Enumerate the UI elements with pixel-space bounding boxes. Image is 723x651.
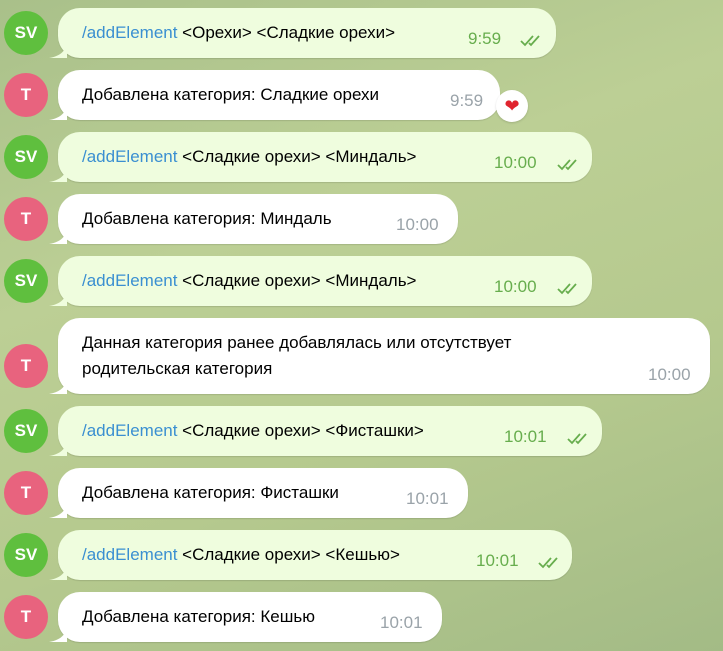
command-link[interactable]: /addElement: [82, 545, 177, 564]
message-text: /addElement <Сладкие орехи> <Миндаль>: [82, 271, 417, 290]
message-time: 10:00: [396, 215, 439, 234]
read-checkmarks-icon: [557, 159, 577, 171]
avatar-t[interactable]: T: [4, 471, 48, 515]
message-bubble-outgoing[interactable]: /addElement <Орехи> <Сладкие орехи> 9:59: [49, 8, 556, 58]
chat-history[interactable]: SV /addElement <Орехи> <Сладкие орехи> 9…: [0, 0, 723, 651]
avatar-sv[interactable]: SV: [4, 11, 48, 55]
command-link[interactable]: /addElement: [82, 147, 177, 166]
message-time: 9:59: [468, 29, 502, 48]
message-time: 10:00: [494, 277, 537, 296]
bubble-tail: [49, 562, 67, 580]
message-text: Добавлена категория: Кешью: [82, 607, 315, 626]
bubble-tail: [49, 164, 67, 182]
bubble-tail: [49, 438, 67, 456]
message-time: 10:00: [494, 153, 537, 172]
read-checkmarks-icon: [567, 433, 587, 445]
read-checkmarks-icon: [520, 35, 540, 47]
avatar-t[interactable]: T: [4, 595, 48, 639]
message-time: 10:01: [476, 551, 519, 570]
message-time: 10:00: [648, 365, 691, 384]
message-text: /addElement <Сладкие орехи> <Фисташки>: [82, 421, 424, 440]
message-bubble-outgoing[interactable]: /addElement <Сладкие орехи> <Фисташки> 1…: [49, 406, 602, 456]
bubble-tail: [49, 500, 67, 518]
bubble-tail: [49, 226, 67, 244]
command-link[interactable]: /addElement: [82, 421, 177, 440]
command-link[interactable]: /addElement: [82, 271, 177, 290]
bubble-tail: [49, 102, 67, 120]
message-time: 10:01: [504, 427, 547, 446]
message-time: 10:01: [406, 489, 449, 508]
message-bubble-incoming[interactable]: Добавлена категория: Фисташки 10:01: [49, 468, 468, 518]
message-text-line-2: родительская категория: [82, 359, 273, 378]
avatar-sv[interactable]: SV: [4, 409, 48, 453]
message-text: /addElement <Сладкие орехи> <Кешью>: [82, 545, 400, 564]
bubble-tail: [49, 40, 67, 58]
avatar-t[interactable]: T: [4, 73, 48, 117]
message-bubble-incoming[interactable]: Данная категория ранее добавлялась или о…: [49, 318, 710, 394]
avatar-t[interactable]: T: [4, 344, 48, 388]
bubble-tail: [49, 376, 67, 394]
message-text: /addElement <Сладкие орехи> <Миндаль>: [82, 147, 417, 166]
message-bubble-incoming[interactable]: Добавлена категория: Сладкие орехи 9:59: [49, 70, 500, 120]
message-bubble-outgoing[interactable]: /addElement <Сладкие орехи> <Миндаль> 10…: [49, 256, 592, 306]
message-text: Добавлена категория: Миндаль: [82, 209, 332, 228]
heart-reaction-icon[interactable]: ❤: [496, 90, 528, 122]
message-time: 10:01: [380, 613, 423, 632]
read-checkmarks-icon: [557, 283, 577, 295]
bubble-tail: [49, 624, 67, 642]
message-text: /addElement <Орехи> <Сладкие орехи>: [82, 23, 396, 42]
message-bubble-incoming[interactable]: Добавлена категория: Кешью 10:01: [49, 592, 442, 642]
message-bubble-outgoing[interactable]: /addElement <Сладкие орехи> <Кешью> 10:0…: [49, 530, 572, 580]
avatar-sv[interactable]: SV: [4, 259, 48, 303]
avatar-sv[interactable]: SV: [4, 533, 48, 577]
message-bubble-outgoing[interactable]: /addElement <Сладкие орехи> <Миндаль> 10…: [49, 132, 592, 182]
message-text: Добавлена категория: Сладкие орехи: [82, 85, 380, 104]
message-text-line-1: Данная категория ранее добавлялась или о…: [82, 333, 512, 352]
command-link[interactable]: /addElement: [82, 23, 177, 42]
avatar-sv[interactable]: SV: [4, 135, 48, 179]
message-text: Добавлена категория: Фисташки: [82, 483, 339, 502]
message-time: 9:59: [450, 91, 484, 110]
bubble-tail: [49, 288, 67, 306]
message-bubble-incoming[interactable]: Добавлена категория: Миндаль 10:00: [49, 194, 458, 244]
read-checkmarks-icon: [538, 557, 558, 569]
avatar-t[interactable]: T: [4, 197, 48, 241]
